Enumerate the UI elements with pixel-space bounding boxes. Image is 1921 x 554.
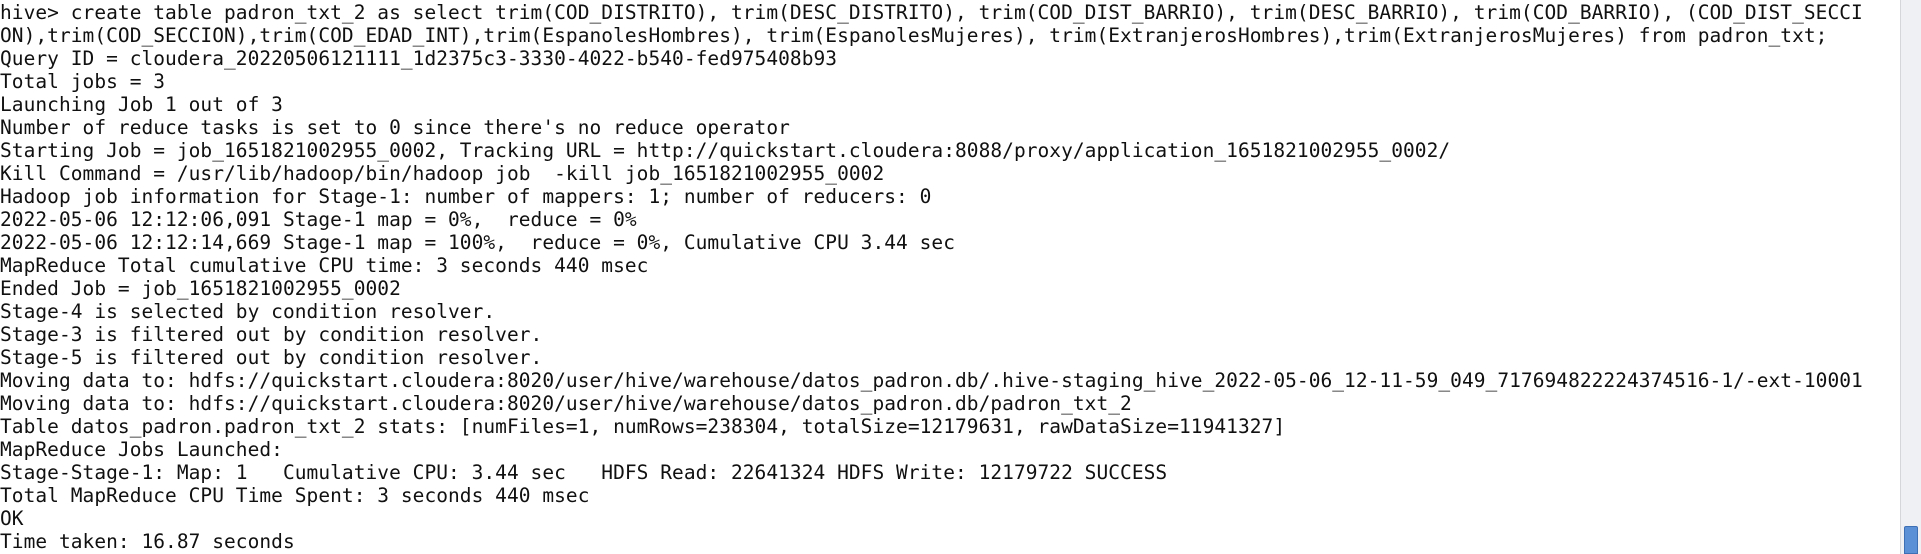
terminal-line: OK xyxy=(0,507,24,530)
terminal-line: ON),trim(COD_SECCION),trim(COD_EDAD_INT)… xyxy=(0,24,1828,47)
terminal-line: Table datos_padron.padron_txt_2 stats: [… xyxy=(0,415,1286,438)
terminal-line: Hadoop job information for Stage-1: numb… xyxy=(0,185,932,208)
vertical-scrollbar[interactable] xyxy=(1900,0,1921,554)
terminal-line: MapReduce Jobs Launched: xyxy=(0,438,283,461)
terminal-line: Moving data to: hdfs://quickstart.cloude… xyxy=(0,369,1863,392)
terminal-line: Query ID = cloudera_20220506121111_1d237… xyxy=(0,47,838,70)
terminal-line: Number of reduce tasks is set to 0 since… xyxy=(0,116,790,139)
scrollbar-thumb[interactable] xyxy=(1904,526,1918,554)
terminal-line: Total jobs = 3 xyxy=(0,70,166,93)
terminal-line: Starting Job = job_1651821002955_0002, T… xyxy=(0,139,1451,162)
terminal-line: hive> create table padron_txt_2 as selec… xyxy=(0,1,1863,24)
terminal-output[interactable]: hive> create table padron_txt_2 as selec… xyxy=(0,0,1900,554)
terminal-line: Launching Job 1 out of 3 xyxy=(0,93,283,116)
terminal-line: Time taken: 16.87 seconds xyxy=(0,530,295,553)
terminal-line: Kill Command = /usr/lib/hadoop/bin/hadoo… xyxy=(0,162,885,185)
terminal-line: Moving data to: hdfs://quickstart.cloude… xyxy=(0,392,1132,415)
terminal-line: 2022-05-06 12:12:14,669 Stage-1 map = 10… xyxy=(0,231,955,254)
terminal-window[interactable]: hive> create table padron_txt_2 as selec… xyxy=(0,0,1921,554)
terminal-line: Stage-3 is filtered out by condition res… xyxy=(0,323,543,346)
terminal-line: Stage-Stage-1: Map: 1 Cumulative CPU: 3.… xyxy=(0,461,1168,484)
terminal-line: 2022-05-06 12:12:06,091 Stage-1 map = 0%… xyxy=(0,208,637,231)
terminal-line: Total MapReduce CPU Time Spent: 3 second… xyxy=(0,484,590,507)
terminal-line: Stage-5 is filtered out by condition res… xyxy=(0,346,543,369)
terminal-line: MapReduce Total cumulative CPU time: 3 s… xyxy=(0,254,649,277)
terminal-line: Ended Job = job_1651821002955_0002 xyxy=(0,277,401,300)
terminal-line: Stage-4 is selected by condition resolve… xyxy=(0,300,496,323)
